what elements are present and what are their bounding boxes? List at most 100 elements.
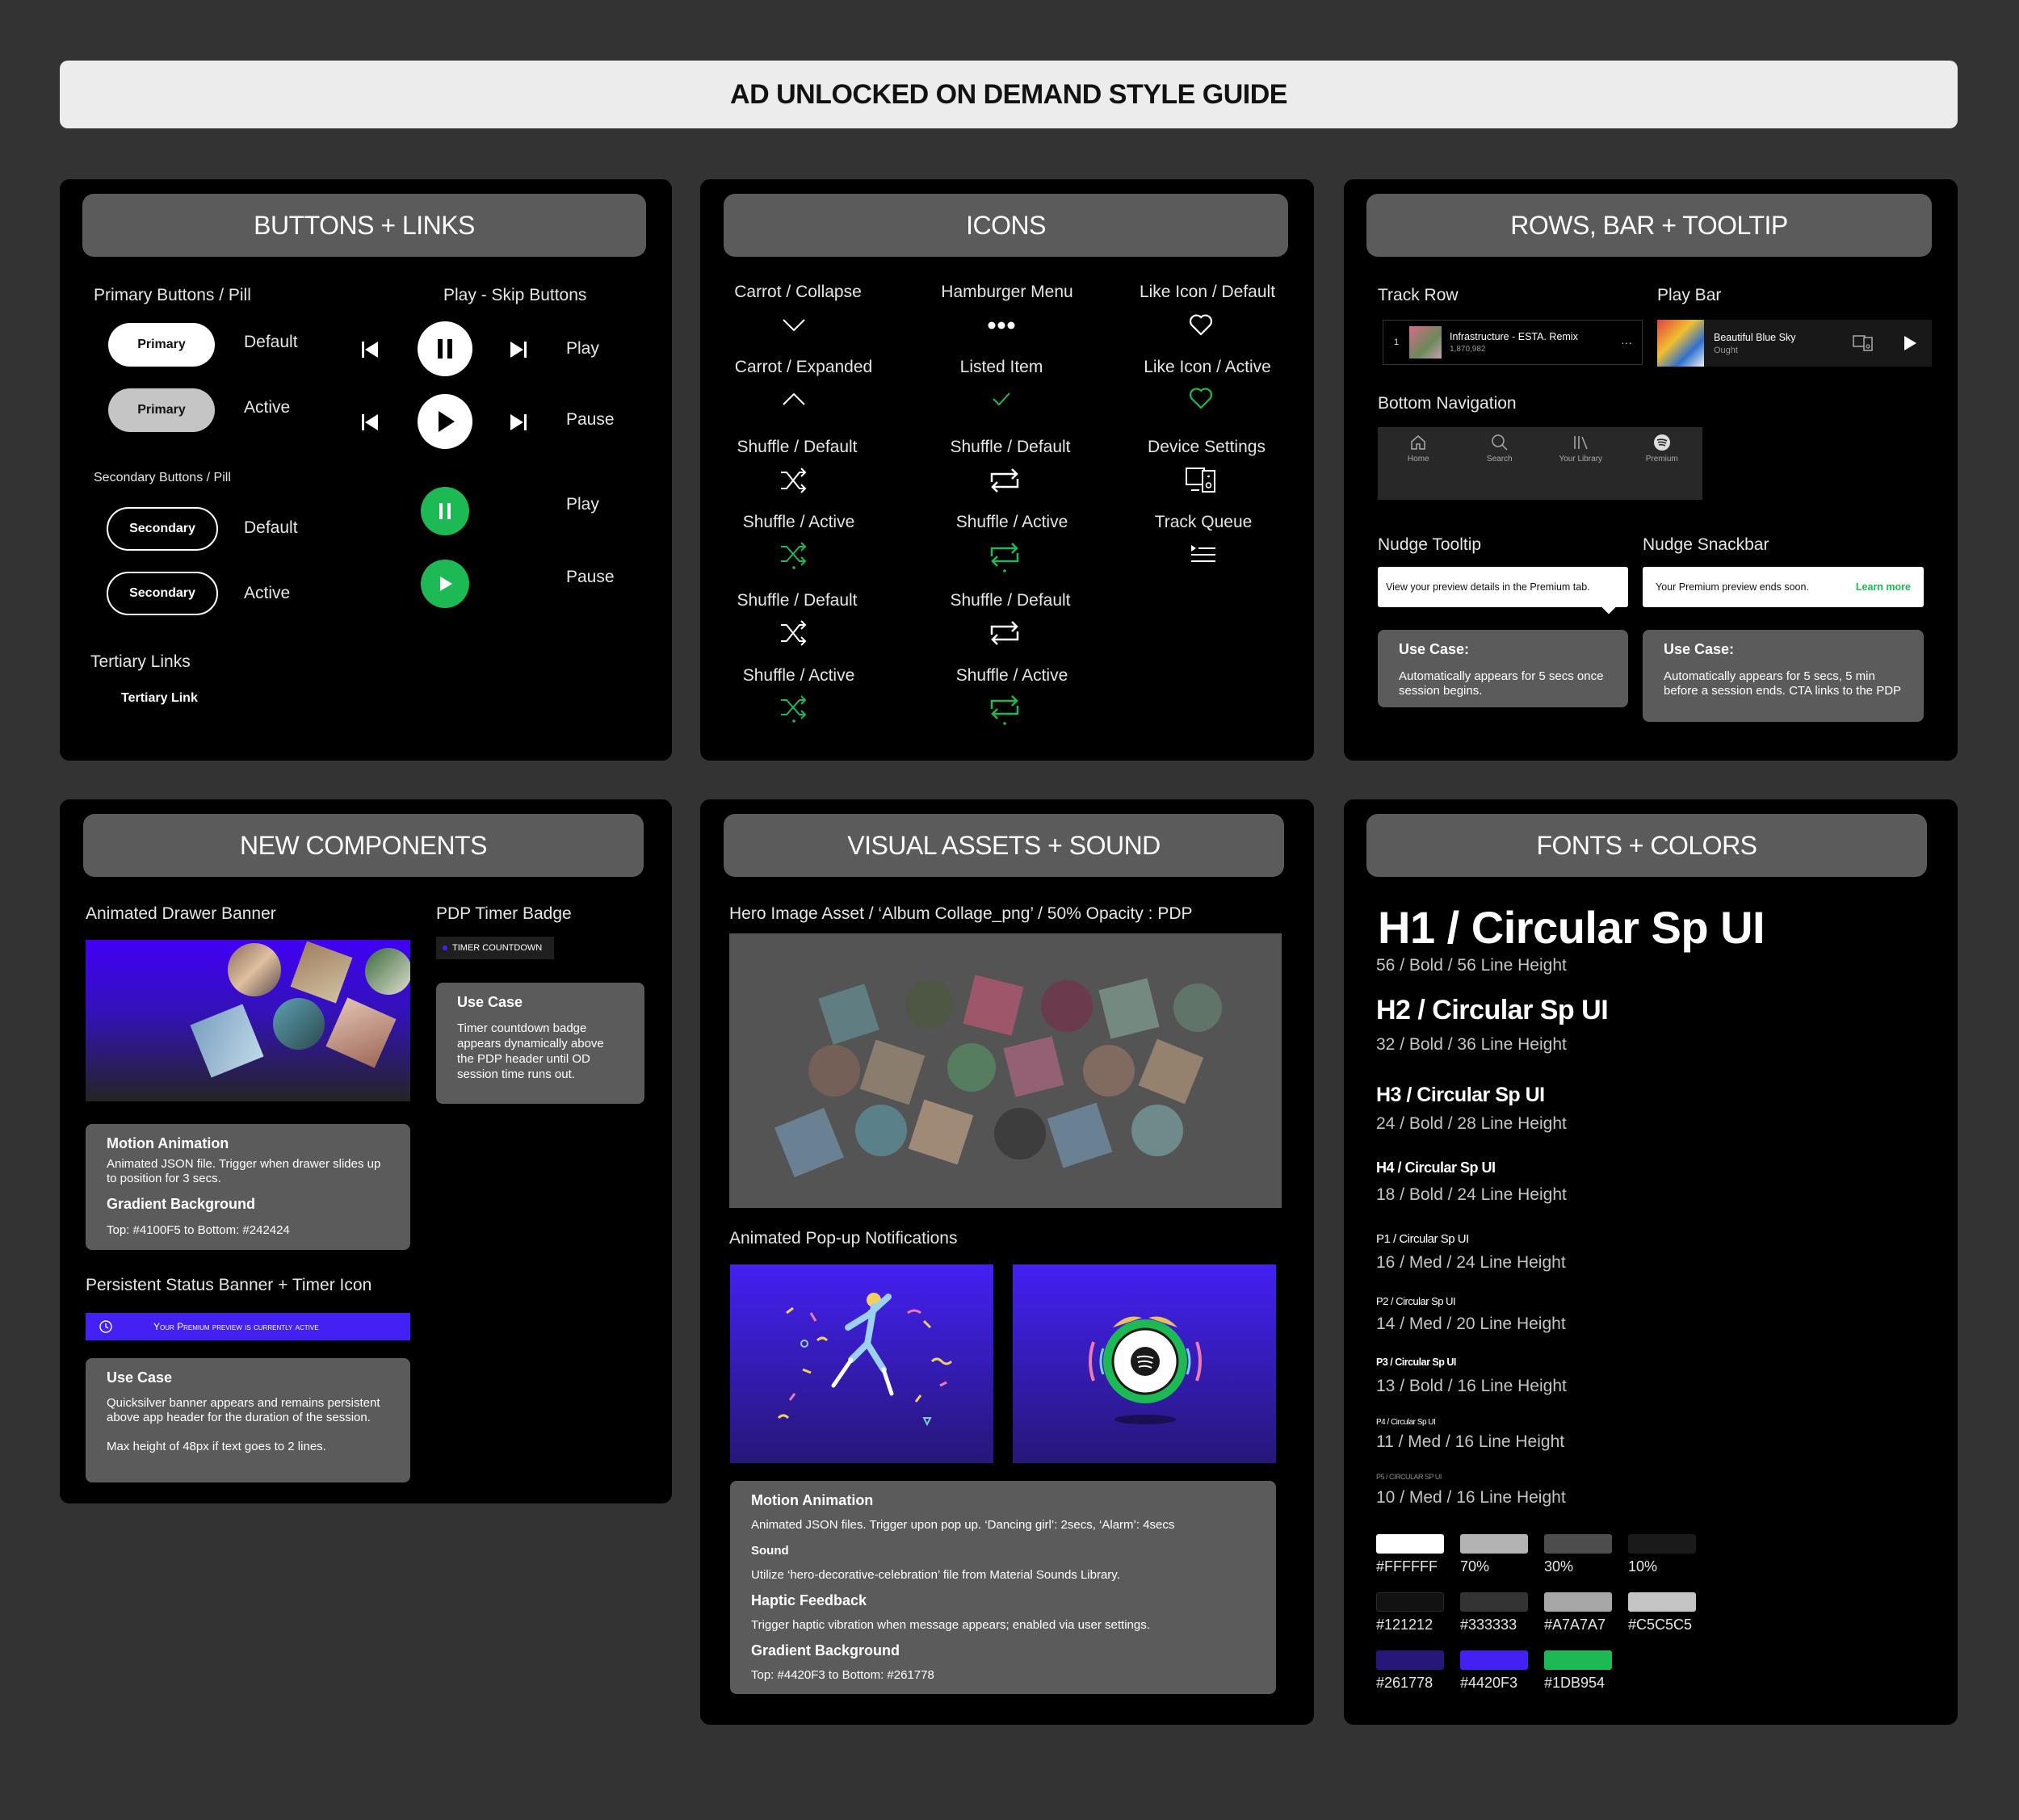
card-text: Animated JSON file. Trigger when drawer … [107, 1157, 381, 1185]
pause-button-white[interactable] [418, 321, 472, 376]
color-swatch [1376, 1592, 1444, 1612]
card-text: Trigger haptic vibration when message ap… [751, 1618, 1150, 1632]
card-title: Sound [751, 1544, 789, 1558]
card-text: Max height of 48px if text goes to 2 lin… [107, 1440, 326, 1453]
shuffle-active-label: Shuffle / Active [742, 666, 855, 685]
spotify-logo-icon [1653, 434, 1670, 451]
shuffle-icon [781, 468, 807, 493]
shuffle-active-icon [781, 542, 807, 569]
queue-icon [1191, 545, 1215, 562]
shuffle-default-label: Shuffle / Default [950, 438, 1071, 456]
font-style-h2: H2 / Circular Sp UI [1376, 995, 1609, 1025]
timer-usecase-card: Use Case Timer countdown badge appears d… [436, 983, 644, 1104]
font-style-p2: P2 / Circular Sp UI [1376, 1295, 1456, 1307]
color-label: 10% [1628, 1558, 1658, 1575]
secondary-buttons-label: Secondary Buttons / Pill [94, 471, 231, 484]
panel-title: ROWS, BAR + TOOLTIP [1366, 194, 1932, 257]
pause-button-green[interactable] [421, 487, 469, 535]
alarm-popup [1013, 1264, 1276, 1463]
nudge-tooltip-label: Nudge Tooltip [1378, 535, 1482, 554]
play-button-green[interactable] [421, 560, 469, 608]
play-skip-label: Play - Skip Buttons [443, 286, 587, 304]
font-style-h3: H3 / Circular Sp UI [1376, 1084, 1545, 1106]
primary-button-default[interactable]: Primary [108, 323, 215, 367]
drawer-banner-label: Animated Drawer Banner [86, 904, 276, 923]
active-label: Active [244, 398, 291, 417]
skip-forward-icon[interactable] [509, 413, 528, 432]
track-queue-label: Track Queue [1154, 513, 1253, 531]
panel-title: BUTTONS + LINKS [82, 194, 646, 257]
font-spec-h4: 18 / Bold / 24 Line Height [1376, 1185, 1567, 1204]
track-number: 1 [1393, 338, 1400, 347]
nav-item-search[interactable]: Search [1459, 434, 1541, 500]
repeat-active-icon [990, 543, 1019, 572]
card-title: Use Case [107, 1369, 173, 1386]
status-banner-label: Persistent Status Banner + Timer Icon [86, 1276, 372, 1294]
track-title: Infrastructure - ESTA. Remix [1450, 331, 1578, 342]
play-bar[interactable]: Beautiful Blue Sky Ought [1657, 320, 1932, 367]
card-title: Use Case [457, 994, 523, 1010]
drawer-motion-card: Motion Animation Animated JSON file. Tri… [86, 1124, 410, 1250]
panel-title: NEW COMPONENTS [83, 814, 644, 877]
panel-rows-bar-tooltip: ROWS, BAR + TOOLTIP Track Row 1 Infrastr… [1344, 179, 1958, 761]
nav-item-home[interactable]: Home [1378, 434, 1459, 500]
font-style-p5: P5 / CIRCULAR SP UI [1376, 1473, 1442, 1481]
more-dots-icon [988, 321, 1015, 329]
card-title: Gradient Background [107, 1196, 256, 1212]
color-label: #1DB954 [1544, 1675, 1606, 1691]
card-text: Quicksilver banner appears and remains p… [107, 1396, 380, 1424]
secondary-button-default[interactable]: Secondary [107, 507, 218, 551]
status-banner-text: Your Premium preview is currently active [153, 1321, 319, 1332]
card-text: Animated JSON files. Trigger upon pop up… [751, 1518, 1175, 1532]
panel-title: FONTS + COLORS [1366, 814, 1927, 877]
heart-active-icon [1190, 388, 1212, 409]
play-button-white[interactable] [418, 394, 472, 449]
collage-square [325, 997, 397, 1068]
clock-icon [99, 1320, 112, 1333]
track-row[interactable]: 1 Infrastructure - ESTA. Remix 1,870,982… [1383, 320, 1643, 365]
bar-artist: Ought [1714, 345, 1738, 355]
panel-visual-assets: VISUAL ASSETS + SOUND Hero Image Asset /… [700, 799, 1314, 1725]
font-style-p4: P4 / Circular Sp UI [1376, 1418, 1436, 1427]
primary-button-active[interactable]: Primary [108, 388, 215, 432]
card-title: Haptic Feedback [751, 1592, 867, 1608]
tertiary-link[interactable]: Tertiary Link [121, 691, 198, 706]
nav-item-library[interactable]: Your Library [1540, 434, 1622, 500]
skip-back-icon[interactable] [360, 413, 380, 432]
animated-drawer-banner [86, 940, 410, 1101]
primary-buttons-label: Primary Buttons / Pill [94, 286, 251, 304]
bar-track-title: Beautiful Blue Sky [1714, 331, 1796, 343]
shuffle-icon [781, 620, 807, 646]
secondary-button-active[interactable]: Secondary [107, 572, 218, 615]
color-label: #C5C5C5 [1628, 1617, 1693, 1633]
color-swatch [1460, 1592, 1528, 1612]
play-icon[interactable] [1903, 335, 1917, 351]
play-label: Play [566, 339, 599, 358]
nav-label: Home [1407, 455, 1429, 463]
listed-item-label: Listed Item [959, 358, 1043, 376]
hero-image-label: Hero Image Asset / ‘Album Collage_png’ /… [729, 904, 1193, 923]
more-dots-icon[interactable]: ··· [1621, 336, 1632, 349]
library-icon [1574, 436, 1588, 450]
nav-item-premium[interactable]: Premium [1622, 434, 1703, 500]
card-title: Use Case: [1664, 641, 1735, 657]
skip-forward-icon[interactable] [509, 340, 528, 359]
color-label: #4420F3 [1460, 1675, 1518, 1691]
track-row-label: Track Row [1378, 286, 1459, 304]
collage-circle [365, 948, 410, 995]
home-icon [1411, 435, 1425, 450]
panel-buttons-links: BUTTONS + LINKS Primary Buttons / Pill P… [60, 179, 672, 761]
shuffle-active-icon [781, 695, 807, 723]
popup-specs-card: Motion Animation Animated JSON files. Tr… [730, 1481, 1276, 1694]
learn-more-link[interactable]: Learn more [1856, 581, 1911, 593]
pause-icon [438, 339, 452, 359]
panel-new-components: NEW COMPONENTS Animated Drawer Banner Mo… [60, 799, 672, 1503]
hamburger-menu-label: Hamburger Menu [941, 283, 1073, 301]
device-icon[interactable] [1853, 334, 1874, 352]
skip-back-icon[interactable] [360, 340, 380, 359]
device-settings-label: Device Settings [1148, 438, 1266, 456]
shuffle-active-label: Shuffle / Active [742, 513, 855, 531]
persistent-status-banner: Your Premium preview is currently active [86, 1313, 410, 1340]
nav-label: Your Library [1559, 455, 1603, 463]
chevron-down-icon [783, 319, 805, 332]
